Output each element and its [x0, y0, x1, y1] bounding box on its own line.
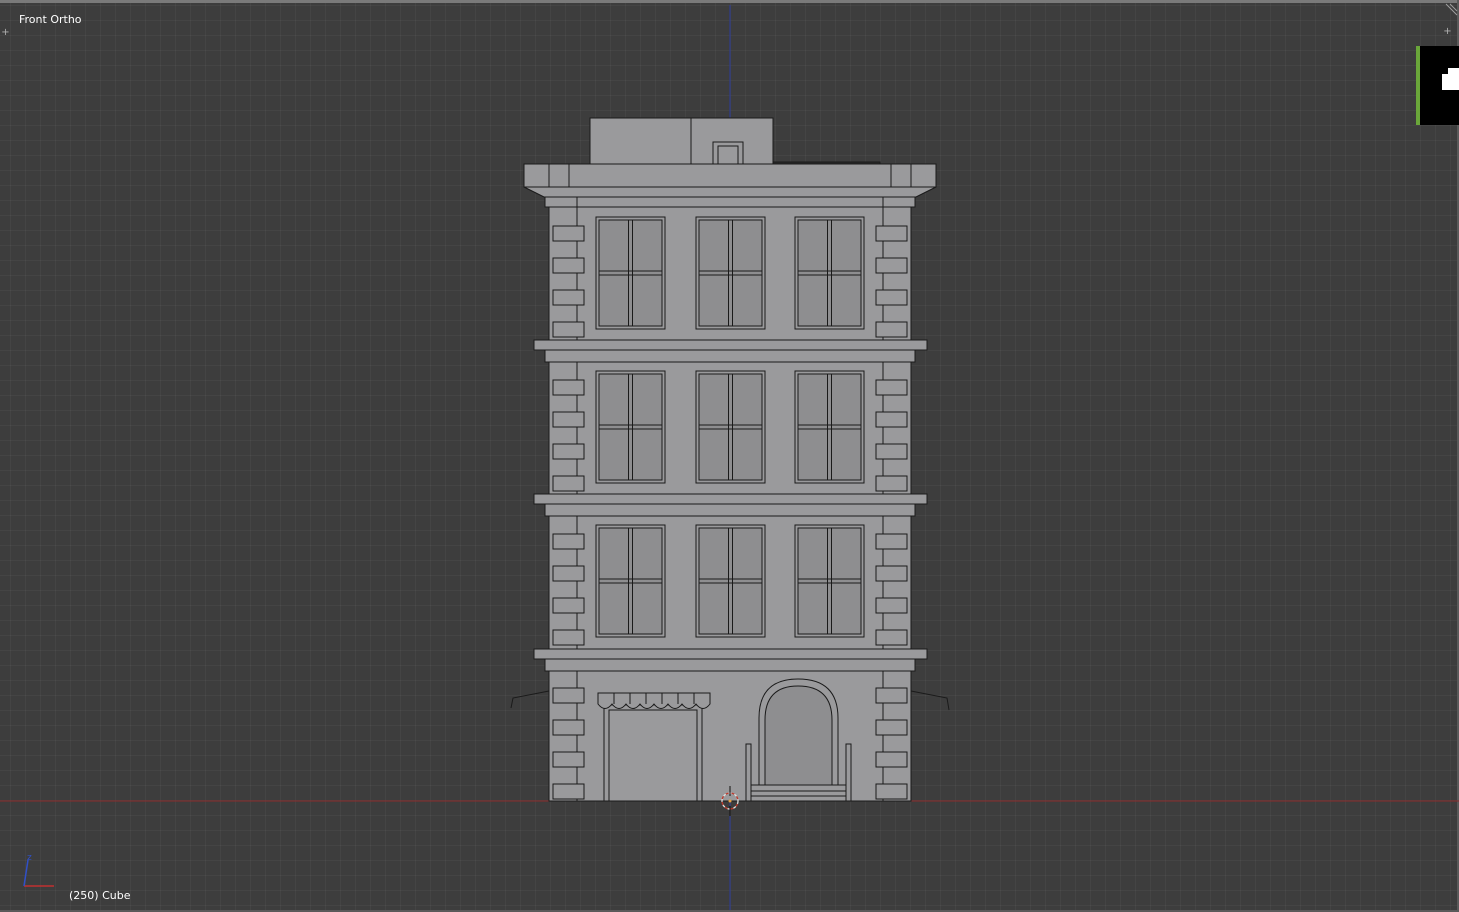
- gizmo-z-label: z: [27, 853, 32, 863]
- top-band: [544, 196, 916, 208]
- clapperboard-icon[interactable]: [1416, 46, 1459, 125]
- window-pane: [797, 373, 862, 481]
- step-3: [750, 795, 847, 802]
- railing-left: [745, 743, 752, 802]
- roof-box: [589, 117, 774, 167]
- properties-expand-button[interactable]: +: [1443, 27, 1452, 37]
- floor-band-1-lower: [544, 349, 916, 363]
- window-pane: [698, 527, 763, 635]
- view-name-label: Front Ortho: [19, 13, 82, 26]
- windows-group: [595, 216, 865, 638]
- window-pane: [598, 219, 663, 327]
- step-1: [750, 784, 847, 792]
- clapperboard-notch: [1442, 68, 1448, 74]
- floor-band-2: [533, 493, 928, 505]
- floor-band-3-lower: [544, 658, 916, 672]
- object-info-label: (250) Cube: [69, 889, 131, 902]
- shop-door: [603, 704, 703, 802]
- window-pane: [797, 527, 862, 635]
- building-mesh[interactable]: [523, 117, 937, 802]
- scene-canvas[interactable]: z: [0, 0, 1459, 912]
- 3d-viewport[interactable]: z + + Front Ortho (250) Cube: [0, 0, 1459, 912]
- window-pane: [598, 373, 663, 481]
- window-pane: [698, 373, 763, 481]
- toolshelf-expand-button[interactable]: +: [1, 28, 10, 38]
- floor-band-2-lower: [544, 503, 916, 517]
- step-2: [750, 790, 847, 797]
- arched-doorway-inner: [764, 685, 833, 786]
- window-pane: [797, 219, 862, 327]
- cornice-top: [523, 163, 937, 188]
- wire-right: [910, 690, 950, 711]
- window-pane: [598, 527, 663, 635]
- floor-band-1: [533, 339, 928, 351]
- cornice-bottom: [523, 186, 937, 198]
- axis-gizmo: z: [23, 853, 54, 887]
- wire-left: [510, 690, 550, 709]
- floor-band-3: [533, 648, 928, 660]
- area-split-grip[interactable]: [1443, 3, 1457, 17]
- railing-right: [845, 743, 852, 802]
- badge-accent-bar: [1416, 46, 1420, 125]
- window-pane: [698, 219, 763, 327]
